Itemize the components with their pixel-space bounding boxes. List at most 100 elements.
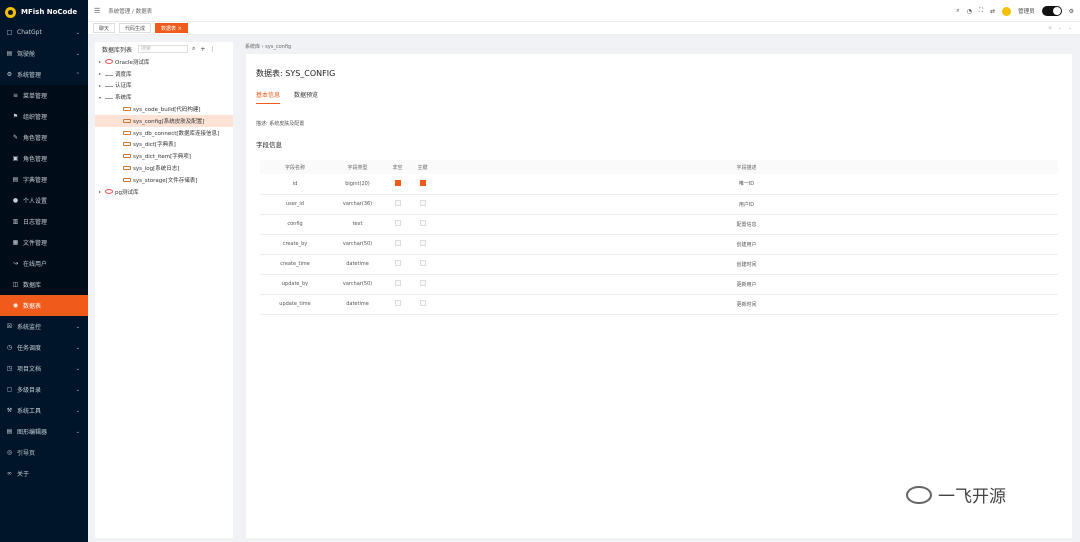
sidebar-item[interactable]: ▤ 字典管理: [0, 169, 88, 190]
tree-node[interactable]: ▸ pg测试库: [95, 186, 233, 198]
tree-node[interactable]: ▸ 认证库: [95, 80, 233, 92]
tree-node[interactable]: sys_dict[字典表]: [95, 139, 233, 151]
notification-icon[interactable]: ◔: [967, 8, 972, 15]
pk-checkbox[interactable]: [419, 220, 426, 226]
sidebar-item-label: 图形编辑器: [17, 429, 48, 436]
sidebar-item[interactable]: ◎ 引导页: [0, 442, 88, 463]
tree-node[interactable]: sys_storage[文件存储表]: [95, 174, 233, 186]
sidebar-item[interactable]: ▤ 驾驶舱 ⌄: [0, 43, 88, 64]
theme-toggle[interactable]: [1041, 6, 1062, 16]
avatar[interactable]: [1002, 6, 1012, 16]
tree-search-input[interactable]: 搜索: [138, 45, 189, 53]
tree-node[interactable]: sys_config[系统皮肤及配置]: [95, 114, 233, 127]
watermark-text: 一飞开源: [938, 487, 1006, 507]
notnull-checkbox[interactable]: [394, 179, 401, 186]
tree-search-icon[interactable]: ⌕: [192, 45, 195, 53]
table-icon: [123, 130, 131, 135]
cell-pk: [410, 174, 435, 195]
pk-checkbox[interactable]: [419, 179, 426, 186]
notnull-checkbox[interactable]: [394, 280, 401, 286]
cell-pk: [410, 274, 435, 295]
sidebar-item[interactable]: ▤ 图形编辑器 ⌄: [0, 421, 88, 442]
pk-checkbox[interactable]: [419, 280, 426, 286]
cell-name: update_time: [260, 294, 330, 315]
sidebar: MFish NoCode □ ChatGpt ⌄ ▤ 驾驶舱 ⌄ ⚙ 系统管理 ⌃ ≡ 菜单管理 ⚑ 组…: [0, 0, 88, 542]
username[interactable]: 管理员: [1018, 7, 1035, 15]
brand[interactable]: MFish NoCode: [0, 0, 88, 24]
tab[interactable]: 数据表 ×: [155, 23, 188, 33]
pk-checkbox[interactable]: [419, 300, 426, 306]
topbar: ☰ 系统管理 / 数据表 ⌕ ◔ ⛶ ⇄ 管理员 ⚙: [88, 0, 1080, 22]
notnull-checkbox[interactable]: [394, 240, 401, 246]
sidebar-item[interactable]: ✎ 角色管理: [0, 127, 88, 148]
tree-node[interactable]: sys_dict_item[字典项]: [95, 150, 233, 162]
notnull-checkbox[interactable]: [394, 200, 401, 206]
sidebar-item[interactable]: ⚒ 系统工具 ⌄: [0, 400, 88, 421]
sidebar-item[interactable]: ◉ 数据表: [0, 295, 88, 316]
column-header: 字段类型: [330, 160, 385, 174]
cell-type: varchar(50): [330, 234, 385, 255]
content-tab[interactable]: 数据预览: [294, 90, 318, 104]
cell-notnull: [385, 234, 410, 255]
home-icon[interactable]: ⌂: [1048, 25, 1051, 31]
sidebar-item-label: 系统工具: [17, 408, 42, 415]
tree-node-label: sys_code_build[代码构建]: [133, 107, 201, 114]
sidebar-item[interactable]: ● 个人设置: [0, 190, 88, 211]
search-icon[interactable]: ⌕: [956, 7, 959, 15]
notnull-checkbox[interactable]: [394, 220, 401, 226]
cell-notnull: [385, 294, 410, 315]
sidebar-item[interactable]: ∞ 关于: [0, 463, 88, 484]
column-header: 字段名称: [260, 160, 330, 174]
sidebar-item-label: 数据表: [23, 303, 42, 310]
language-icon[interactable]: ⇄: [990, 8, 995, 15]
sidebar-item[interactable]: ◷ 任务调度 ⌄: [0, 337, 88, 358]
pk-checkbox[interactable]: [419, 200, 426, 206]
settings-icon[interactable]: ⚙: [1069, 8, 1074, 15]
sidebar-item-label: 角色管理: [23, 135, 48, 142]
sidebar-item[interactable]: ☒ 系统监控 ⌄: [0, 316, 88, 337]
tabs-more-icon[interactable]: ⌄: [1068, 25, 1072, 31]
tree-add-icon[interactable]: +: [200, 46, 205, 53]
pk-checkbox[interactable]: [419, 260, 426, 266]
cell-notnull: [385, 194, 410, 215]
notnull-checkbox[interactable]: [394, 260, 401, 266]
tabs-dropdown-icon[interactable]: ⌄: [1058, 25, 1062, 31]
content-tab[interactable]: 基本信息: [256, 90, 281, 104]
tree-node-label: sys_dict[字典表]: [133, 142, 176, 149]
fullscreen-icon[interactable]: ⛶: [979, 7, 983, 15]
pk-checkbox[interactable]: [419, 240, 426, 246]
cell-desc: 创建时间: [435, 254, 1058, 275]
tree-node[interactable]: ▾ 系统库: [95, 91, 233, 103]
tree-node[interactable]: sys_log[系统日志]: [95, 162, 233, 174]
sidebar-item[interactable]: ▣ 角色管理: [0, 148, 88, 169]
table-row: user_id varchar(36) 用户ID: [260, 194, 1058, 215]
sidebar-item[interactable]: ◫ 数据库: [0, 274, 88, 295]
sidebar-item[interactable]: ▢ 多级目录 ⌄: [0, 379, 88, 400]
sidebar-item[interactable]: ⚑ 组织管理: [0, 106, 88, 127]
sidebar-item[interactable]: □ ChatGpt ⌄: [0, 22, 88, 43]
tab[interactable]: 代码生成: [119, 23, 152, 33]
tree-node[interactable]: sys_code_build[代码构建]: [95, 103, 233, 115]
sidebar-item[interactable]: ↝ 在线用户: [0, 253, 88, 274]
menu-item-icon: □: [6, 29, 13, 36]
watermark: 一飞开源: [906, 482, 1006, 507]
main-content: 系统库 › sys_config 数据表: SYS_CONFIG 基本信息 数据预…: [240, 38, 1072, 538]
tab[interactable]: 聊天: [93, 23, 116, 33]
sidebar-item[interactable]: ≡ 菜单管理: [0, 85, 88, 106]
sidebar-item[interactable]: ▦ 文件管理: [0, 232, 88, 253]
menu-item-icon: ✎: [12, 134, 19, 141]
sidebar-item[interactable]: ▥ 日志管理: [0, 211, 88, 232]
chevron-icon: ⌄: [75, 29, 80, 36]
cell-desc: 唯一ID: [435, 174, 1058, 195]
tree-more-icon[interactable]: ⋮: [209, 46, 215, 53]
notnull-checkbox[interactable]: [394, 300, 401, 306]
table-icon: [123, 142, 131, 147]
menu-toggle-icon[interactable]: ☰: [94, 7, 100, 15]
sidebar-item-label: 数据库: [23, 282, 42, 289]
tree-node[interactable]: ▸ Oracle测试库: [95, 56, 233, 68]
tree-node[interactable]: sys_db_connect[数据库连接信息]: [95, 127, 233, 139]
sidebar-item[interactable]: ◳ 项目文档 ⌄: [0, 358, 88, 379]
tree-node[interactable]: ▸ 调度库: [95, 68, 233, 80]
sidebar-item[interactable]: ⚙ 系统管理 ⌃: [0, 64, 88, 85]
cell-pk: [410, 234, 435, 255]
